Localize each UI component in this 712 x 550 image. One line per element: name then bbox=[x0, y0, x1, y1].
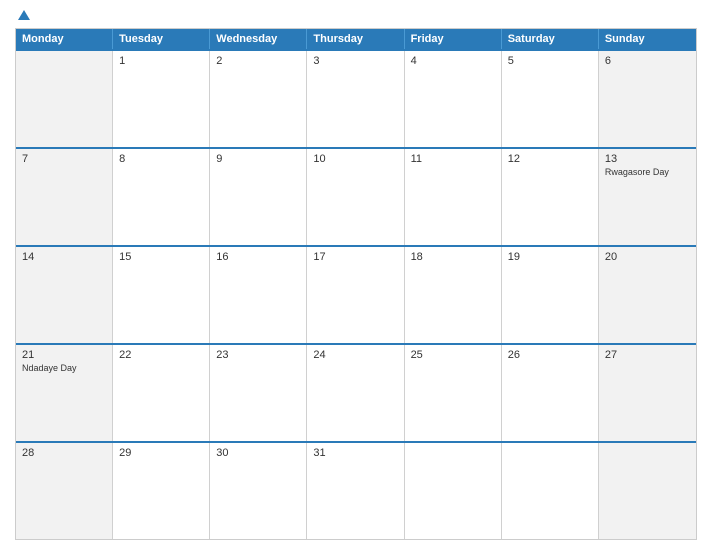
logo-triangle-icon bbox=[18, 10, 30, 20]
calendar-body: 12345678910111213Rwagasore Day1415161718… bbox=[16, 49, 696, 539]
table-row: 23 bbox=[210, 345, 307, 441]
cell-date: 30 bbox=[216, 447, 300, 459]
table-row: 26 bbox=[502, 345, 599, 441]
cell-date: 17 bbox=[313, 251, 397, 263]
cell-date: 2 bbox=[216, 55, 300, 67]
cell-event: Ndadaye Day bbox=[22, 363, 106, 375]
table-row: 28 bbox=[16, 443, 113, 539]
week-row-5: 28 29 30 31 bbox=[16, 441, 696, 539]
table-row bbox=[16, 51, 113, 147]
table-row: 24 bbox=[307, 345, 404, 441]
header-tuesday: Tuesday bbox=[113, 29, 210, 49]
header-wednesday: Wednesday bbox=[210, 29, 307, 49]
page: Monday Tuesday Wednesday Thursday Friday… bbox=[0, 0, 712, 550]
table-row: 14 bbox=[16, 247, 113, 343]
table-row: 30 bbox=[210, 443, 307, 539]
table-row bbox=[405, 443, 502, 539]
table-row: 8 bbox=[113, 149, 210, 245]
cell-date: 14 bbox=[22, 251, 106, 263]
table-row: 15 bbox=[113, 247, 210, 343]
cell-date: 27 bbox=[605, 349, 690, 361]
header-sunday: Sunday bbox=[599, 29, 696, 49]
cell-date: 5 bbox=[508, 55, 592, 67]
table-row: 29 bbox=[113, 443, 210, 539]
table-row: 11 bbox=[405, 149, 502, 245]
cell-date: 28 bbox=[22, 447, 106, 459]
week-row-4: 21 Ndadaye Day 22 23 24 25 26 27 bbox=[16, 343, 696, 441]
header-monday: Monday bbox=[16, 29, 113, 49]
table-row: 17 bbox=[307, 247, 404, 343]
table-row: 1 bbox=[113, 51, 210, 147]
week-row-1: 1 2 3 4 5 6 bbox=[16, 49, 696, 147]
cell-date: 24 bbox=[313, 349, 397, 361]
cell-date: 15 bbox=[119, 251, 203, 263]
cell-date: 3 bbox=[313, 55, 397, 67]
cell-date: 12 bbox=[508, 153, 592, 165]
cell-date: 16 bbox=[216, 251, 300, 263]
cell-date: 11 bbox=[411, 153, 495, 165]
cell-date: 13 bbox=[605, 153, 690, 165]
table-row: 22 bbox=[113, 345, 210, 441]
table-row: 21 Ndadaye Day bbox=[16, 345, 113, 441]
table-row: 27 bbox=[599, 345, 696, 441]
header bbox=[15, 10, 697, 20]
table-row: 13 Rwagasore Day bbox=[599, 149, 696, 245]
table-row: 7 bbox=[16, 149, 113, 245]
table-row: 9 bbox=[210, 149, 307, 245]
cell-date: 4 bbox=[411, 55, 495, 67]
header-saturday: Saturday bbox=[502, 29, 599, 49]
cell-date: 1 bbox=[119, 55, 203, 67]
cell-date: 8 bbox=[119, 153, 203, 165]
week-row-2: 7 8 9 10 11 12 13 Rwagasore Day bbox=[16, 147, 696, 245]
calendar-header: Monday Tuesday Wednesday Thursday Friday… bbox=[16, 29, 696, 49]
cell-date: 7 bbox=[22, 153, 106, 165]
calendar: Monday Tuesday Wednesday Thursday Friday… bbox=[15, 28, 697, 540]
table-row: 6 bbox=[599, 51, 696, 147]
table-row: 10 bbox=[307, 149, 404, 245]
header-friday: Friday bbox=[405, 29, 502, 49]
table-row bbox=[502, 443, 599, 539]
table-row: 4 bbox=[405, 51, 502, 147]
cell-date: 6 bbox=[605, 55, 690, 67]
table-row: 5 bbox=[502, 51, 599, 147]
cell-date: 10 bbox=[313, 153, 397, 165]
table-row: 20 bbox=[599, 247, 696, 343]
table-row bbox=[599, 443, 696, 539]
cell-event: Rwagasore Day bbox=[605, 167, 690, 179]
cell-date: 19 bbox=[508, 251, 592, 263]
week-row-3: 14 15 16 17 18 19 20 bbox=[16, 245, 696, 343]
cell-date: 25 bbox=[411, 349, 495, 361]
table-row: 19 bbox=[502, 247, 599, 343]
cell-date: 26 bbox=[508, 349, 592, 361]
cell-date: 23 bbox=[216, 349, 300, 361]
cell-date: 29 bbox=[119, 447, 203, 459]
logo bbox=[15, 10, 30, 20]
cell-date: 20 bbox=[605, 251, 690, 263]
table-row: 12 bbox=[502, 149, 599, 245]
table-row: 3 bbox=[307, 51, 404, 147]
table-row: 18 bbox=[405, 247, 502, 343]
cell-date: 18 bbox=[411, 251, 495, 263]
cell-date: 21 bbox=[22, 349, 106, 361]
table-row: 31 bbox=[307, 443, 404, 539]
table-row: 2 bbox=[210, 51, 307, 147]
cell-date: 31 bbox=[313, 447, 397, 459]
table-row: 16 bbox=[210, 247, 307, 343]
cell-date: 9 bbox=[216, 153, 300, 165]
cell-date: 22 bbox=[119, 349, 203, 361]
header-thursday: Thursday bbox=[307, 29, 404, 49]
table-row: 25 bbox=[405, 345, 502, 441]
